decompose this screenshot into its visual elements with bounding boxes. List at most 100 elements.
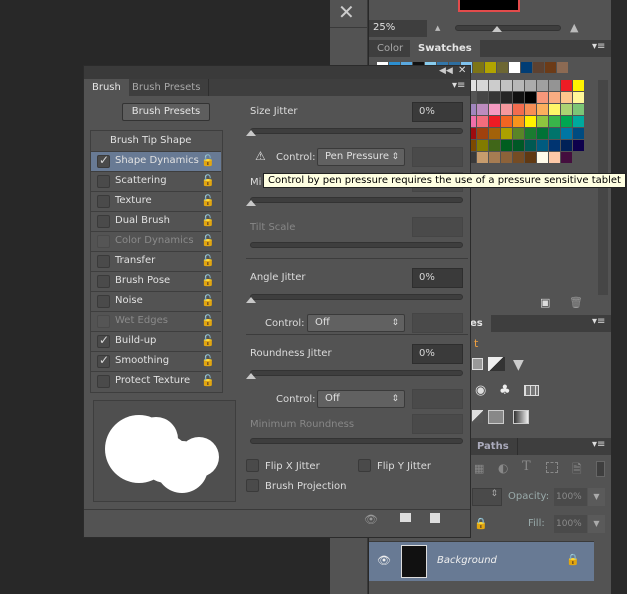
collapse-icon[interactable]: ◀◀ (439, 66, 453, 76)
swatch[interactable] (477, 116, 488, 127)
exposure-icon[interactable] (488, 357, 505, 371)
swatch[interactable] (513, 104, 524, 115)
brush-setting-checkbox[interactable] (97, 175, 110, 188)
swatch[interactable] (549, 116, 560, 127)
swatch[interactable] (537, 140, 548, 151)
swatch[interactable] (489, 140, 500, 151)
brush-setting-item[interactable]: Smoothing 🔓 (91, 351, 221, 371)
layers-menu-icon[interactable]: ▾≡ (592, 439, 605, 450)
swatch[interactable] (501, 152, 512, 163)
zoom-in-icon[interactable]: ▲ (570, 21, 578, 34)
filter-adjust-icon[interactable]: ◐ (498, 461, 508, 475)
swatch[interactable] (525, 116, 536, 127)
swatch[interactable] (549, 80, 560, 91)
navigator-zoom-field[interactable]: 25% (369, 20, 427, 37)
swatch[interactable] (561, 140, 572, 151)
toggle-live-tip-icon[interactable]: 👁 (364, 513, 378, 526)
size-jitter-slider[interactable] (250, 128, 463, 134)
brush-setting-checkbox[interactable] (97, 153, 110, 168)
roundness-jitter-slider[interactable] (250, 370, 463, 376)
minimum-diameter-slider[interactable] (250, 197, 463, 203)
swatch[interactable] (513, 128, 524, 139)
zoom-out-icon[interactable]: ▲ (435, 24, 440, 32)
swatch[interactable] (573, 104, 584, 115)
adjustments-menu-icon[interactable]: ▾≡ (592, 316, 605, 327)
swatch[interactable] (537, 92, 548, 103)
brush-setting-item[interactable]: Wet Edges 🔓 (91, 311, 221, 331)
brush-setting-checkbox[interactable] (97, 375, 110, 388)
angle-jitter-field[interactable]: 0% (412, 268, 463, 288)
swatch[interactable] (537, 152, 548, 163)
filter-type-icon[interactable]: T (522, 459, 531, 474)
brush-setting-item[interactable]: Dual Brush 🔓 (91, 211, 221, 231)
brush-setting-item[interactable]: Build-up 🔓 (91, 331, 221, 351)
swatch[interactable] (573, 116, 584, 127)
swatch[interactable] (549, 140, 560, 151)
swatch[interactable] (537, 104, 548, 115)
tab-brush[interactable]: Brush (84, 79, 129, 96)
swatch[interactable] (501, 80, 512, 91)
swatch[interactable] (537, 80, 548, 91)
swatch[interactable] (561, 116, 572, 127)
brush-panel-header[interactable]: ◀◀ ✕ (84, 65, 470, 79)
new-brush-icon[interactable] (430, 513, 440, 523)
swatch[interactable] (497, 62, 508, 73)
swatch[interactable] (509, 62, 520, 73)
swatch[interactable] (477, 104, 488, 115)
brush-setting-item[interactable]: Transfer 🔓 (91, 251, 221, 271)
swatch[interactable] (501, 92, 512, 103)
swatch[interactable] (501, 128, 512, 139)
swatch[interactable] (473, 62, 484, 73)
zoom-slider-thumb[interactable] (492, 26, 502, 32)
swatch[interactable] (561, 80, 572, 91)
opacity-field[interactable]: 100% (554, 488, 587, 506)
channel-mixer-icon[interactable]: ♣ (499, 383, 511, 398)
brush-setting-checkbox[interactable] (97, 353, 110, 368)
swatch[interactable] (489, 104, 500, 115)
swatch[interactable] (545, 62, 556, 73)
brush-tip-shape-item[interactable]: Brush Tip Shape (110, 135, 191, 146)
swatch[interactable] (561, 92, 572, 103)
unlock-icon[interactable]: 🔓 (201, 314, 215, 327)
brush-setting-checkbox[interactable] (97, 275, 110, 288)
unlock-icon[interactable]: 🔓 (201, 354, 215, 367)
brush-setting-item[interactable]: Noise 🔓 (91, 291, 221, 311)
swatch[interactable] (501, 116, 512, 127)
swatch[interactable] (537, 128, 548, 139)
filter-toggle[interactable] (596, 461, 605, 477)
angle-control-select[interactable]: Off ⇕ (307, 314, 405, 332)
flip-x-checkbox[interactable] (246, 459, 259, 472)
tab-brush-presets[interactable]: Brush Presets (124, 79, 210, 96)
swatch[interactable] (485, 62, 496, 73)
size-control-select[interactable]: Pen Pressure ⇕ (317, 148, 405, 166)
tab-swatches[interactable]: Swatches (410, 40, 480, 57)
swatch[interactable] (561, 104, 572, 115)
swatch[interactable] (561, 152, 572, 163)
brush-setting-checkbox[interactable] (97, 255, 110, 268)
brush-menu-icon[interactable]: ▾≡ (452, 80, 465, 91)
swatch[interactable] (537, 116, 548, 127)
swatch[interactable] (525, 92, 536, 103)
swatch[interactable] (525, 104, 536, 115)
swatch[interactable] (477, 140, 488, 151)
swatch[interactable] (525, 80, 536, 91)
swatch[interactable] (573, 92, 584, 103)
flip-y-checkbox[interactable] (358, 459, 371, 472)
roundness-jitter-field[interactable]: 0% (412, 344, 463, 364)
fill-dropdown[interactable]: ▼ (588, 515, 605, 533)
roundness-control-select[interactable]: Off ⇕ (317, 390, 405, 408)
gradient-map-triangle-icon[interactable]: ▼ (513, 357, 524, 373)
roundness-jitter-thumb[interactable] (246, 373, 256, 379)
trash-icon[interactable]: 🗑 (569, 296, 583, 309)
swatch[interactable] (501, 140, 512, 151)
size-jitter-thumb[interactable] (246, 130, 256, 136)
brush-setting-checkbox[interactable] (97, 215, 110, 228)
curves-icon[interactable] (472, 358, 483, 370)
color-lookup-icon[interactable] (524, 385, 539, 396)
swatch[interactable] (549, 92, 560, 103)
brush-setting-checkbox[interactable] (97, 333, 110, 348)
swatch[interactable] (525, 128, 536, 139)
lock-icon[interactable]: 🔒 (474, 517, 488, 530)
swatch[interactable] (513, 92, 524, 103)
unlock-icon[interactable]: 🔓 (201, 334, 215, 347)
